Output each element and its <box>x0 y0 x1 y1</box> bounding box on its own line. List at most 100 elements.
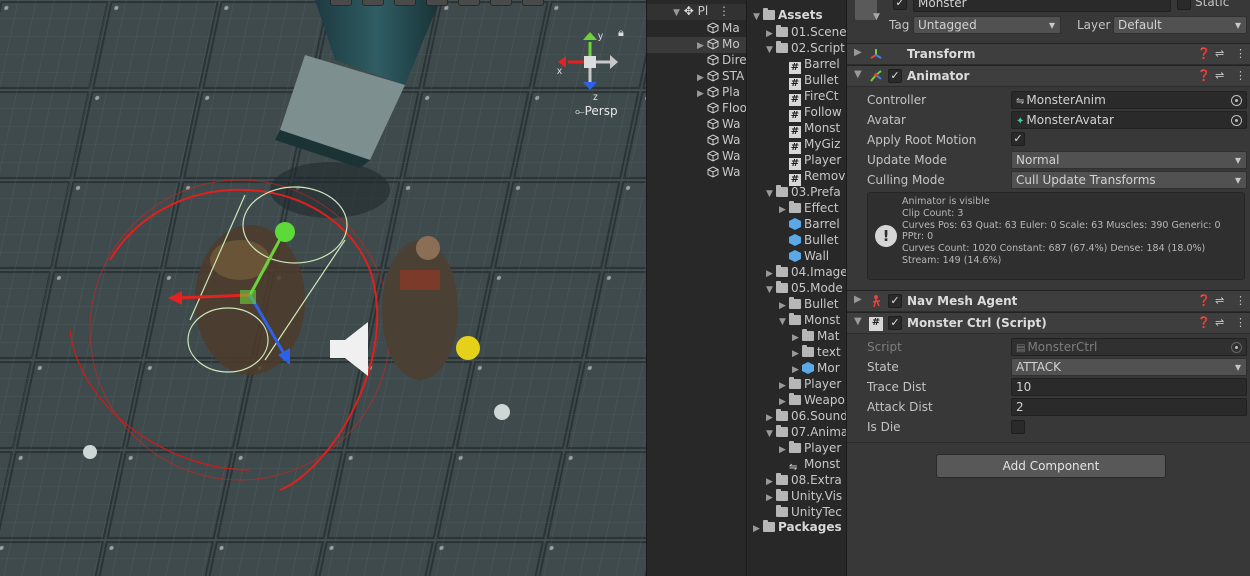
project-item[interactable]: Wall <box>779 249 829 265</box>
chevron-right-icon[interactable]: ▶ <box>697 73 707 83</box>
chevron-right-icon[interactable]: ▶ <box>697 89 707 99</box>
chevron-right-icon[interactable]: ▶ <box>792 333 802 343</box>
kebab-menu-icon[interactable]: ⋮ <box>1235 47 1246 60</box>
chevron-right-icon[interactable]: ▶ <box>792 349 802 359</box>
project-item[interactable]: # Remov <box>779 169 845 186</box>
toolbar-button[interactable] <box>330 0 352 6</box>
project-item[interactable]: ▼ 03.Prefa <box>766 185 841 201</box>
chevron-down-icon[interactable]: ▼ <box>854 69 862 80</box>
controller-field[interactable]: ⇋ MonsterAnim <box>1011 91 1247 109</box>
project-item[interactable]: ▶ Effect <box>779 201 839 217</box>
hierarchy-scene-row[interactable]: ▼ ✥ Pl ⋮ <box>647 4 746 20</box>
chevron-right-icon[interactable]: ▶ <box>766 413 776 423</box>
project-item[interactable]: Barrel <box>779 217 840 233</box>
project-item[interactable]: # Player <box>779 153 841 170</box>
kebab-menu-icon[interactable]: ⋮ <box>1235 69 1246 82</box>
hierarchy-item[interactable]: ▶ Mo <box>647 37 746 53</box>
help-icon[interactable]: ❓ <box>1197 47 1211 60</box>
project-item[interactable]: ▶ Player <box>779 441 841 457</box>
chevron-right-icon[interactable]: ▶ <box>792 365 802 375</box>
packages-row[interactable]: ▶ Packages <box>753 520 842 536</box>
chevron-right-icon[interactable]: ▶ <box>779 381 789 391</box>
toolbar-button[interactable] <box>426 0 448 6</box>
project-item[interactable]: ▼ Monst <box>779 313 840 329</box>
toolbar-button[interactable] <box>490 0 512 6</box>
layer-dropdown[interactable]: Default <box>1113 16 1247 34</box>
project-item[interactable]: ▶ Weapo <box>779 393 845 409</box>
project-item[interactable]: ▶ Bullet <box>779 297 839 313</box>
chevron-right-icon[interactable]: ▶ <box>779 397 789 407</box>
active-checkbox[interactable]: ✓ <box>893 0 907 10</box>
projection-label[interactable]: ⟜Persp <box>575 104 618 119</box>
hierarchy-item[interactable]: Wa <box>647 133 746 149</box>
object-picker-icon[interactable] <box>1231 115 1242 126</box>
trace-dist-field[interactable]: 10 <box>1011 378 1247 396</box>
chevron-down-icon[interactable]: ▼ <box>873 12 880 22</box>
scene-view[interactable]: y x z 🔒︎ ⟜Persp <box>0 0 646 576</box>
chevron-right-icon[interactable]: ▶ <box>779 205 789 215</box>
transform-component-header[interactable]: ▶ Transform ❓ ⇌ ⋮ <box>847 43 1250 65</box>
preset-icon[interactable]: ⇌ <box>1215 47 1224 60</box>
help-icon[interactable]: ❓ <box>1197 69 1211 82</box>
preset-icon[interactable]: ⇌ <box>1215 316 1224 329</box>
chevron-down-icon[interactable]: ▼ <box>766 45 776 55</box>
project-item[interactable]: ▼ 02.Script <box>766 41 845 57</box>
apply-root-motion-checkbox[interactable]: ✓ <box>1011 132 1025 146</box>
is-die-checkbox[interactable] <box>1011 420 1025 434</box>
chevron-down-icon[interactable]: ▼ <box>766 429 776 439</box>
kebab-menu-icon[interactable]: ⋮ <box>718 4 730 18</box>
navmesh-component-header[interactable]: ▶ ✓ Nav Mesh Agent ❓ ⇌ ⋮ <box>847 290 1250 312</box>
project-item[interactable]: # Follow <box>779 105 842 122</box>
hierarchy-item[interactable]: Wa <box>647 117 746 133</box>
add-component-button[interactable]: Add Component <box>936 454 1166 478</box>
project-item[interactable]: ▶ 08.Extra <box>766 473 842 489</box>
preset-icon[interactable]: ⇌ <box>1215 294 1224 307</box>
chevron-down-icon[interactable]: ▼ <box>753 12 763 22</box>
hierarchy-item[interactable]: ▶ Pla <box>647 85 746 101</box>
chevron-down-icon[interactable]: ▼ <box>766 189 776 199</box>
toolbar-button[interactable] <box>362 0 384 6</box>
project-item[interactable]: # MyGiz <box>779 137 840 154</box>
lock-icon[interactable]: 🔒︎ <box>618 26 624 40</box>
project-item[interactable]: UnityTec <box>766 505 842 521</box>
hierarchy-item[interactable]: Floo <box>647 101 746 117</box>
toolbar-button[interactable] <box>522 0 544 6</box>
preset-icon[interactable]: ⇌ <box>1215 69 1224 82</box>
chevron-right-icon[interactable]: ▶ <box>766 269 776 279</box>
project-item[interactable]: ▼ 05.Mode <box>766 281 843 297</box>
hierarchy-item[interactable]: Ma <box>647 21 746 37</box>
kebab-menu-icon[interactable]: ⋮ <box>1235 294 1246 307</box>
chevron-right-icon[interactable]: ▶ <box>779 445 789 455</box>
chevron-right-icon[interactable]: ▶ <box>766 29 776 39</box>
culling-mode-dropdown[interactable]: Cull Update Transforms <box>1011 171 1247 189</box>
chevron-right-icon[interactable]: ▶ <box>854 294 862 305</box>
hierarchy-item[interactable]: Dire <box>647 53 746 69</box>
monsterctrl-enabled-checkbox[interactable]: ✓ <box>888 316 902 330</box>
help-icon[interactable]: ❓ <box>1197 316 1211 329</box>
avatar-field[interactable]: ✦ MonsterAvatar <box>1011 111 1247 129</box>
project-item[interactable]: # Bullet <box>779 73 839 90</box>
chevron-down-icon[interactable]: ▼ <box>779 317 789 327</box>
hierarchy-item[interactable]: Wa <box>647 165 746 181</box>
hierarchy-item[interactable]: Wa <box>647 149 746 165</box>
object-picker-icon[interactable] <box>1231 95 1242 106</box>
project-item[interactable]: ▶ Player <box>779 377 841 393</box>
animator-component-header[interactable]: ▼ ✓ Animator ❓ ⇌ ⋮ <box>847 65 1250 87</box>
project-item[interactable]: ▼ 07.Anima <box>766 425 846 441</box>
project-item[interactable]: ▶ text <box>792 345 841 361</box>
tag-dropdown[interactable]: Untagged <box>913 16 1061 34</box>
monsterctrl-component-header[interactable]: ▼ # ✓ Monster Ctrl (Script) ❓ ⇌ ⋮ <box>847 312 1250 334</box>
chevron-down-icon[interactable]: ▼ <box>854 316 862 327</box>
toolbar-button[interactable] <box>394 0 416 6</box>
project-item[interactable]: # FireCt <box>779 89 839 106</box>
project-item[interactable]: Bullet <box>779 233 839 249</box>
toolbar-button[interactable] <box>458 0 480 6</box>
project-item[interactable]: ▶ 01.Scene <box>766 25 846 41</box>
navmesh-enabled-checkbox[interactable]: ✓ <box>888 294 902 308</box>
object-name-field[interactable]: Monster <box>913 0 1171 12</box>
project-item[interactable]: ⇋ Monst <box>779 457 840 473</box>
project-item[interactable]: # Barrel <box>779 57 840 74</box>
static-checkbox[interactable] <box>1177 0 1191 10</box>
chevron-down-icon[interactable]: ▼ <box>766 285 776 295</box>
project-root-row[interactable]: ▼ Assets <box>753 8 823 24</box>
